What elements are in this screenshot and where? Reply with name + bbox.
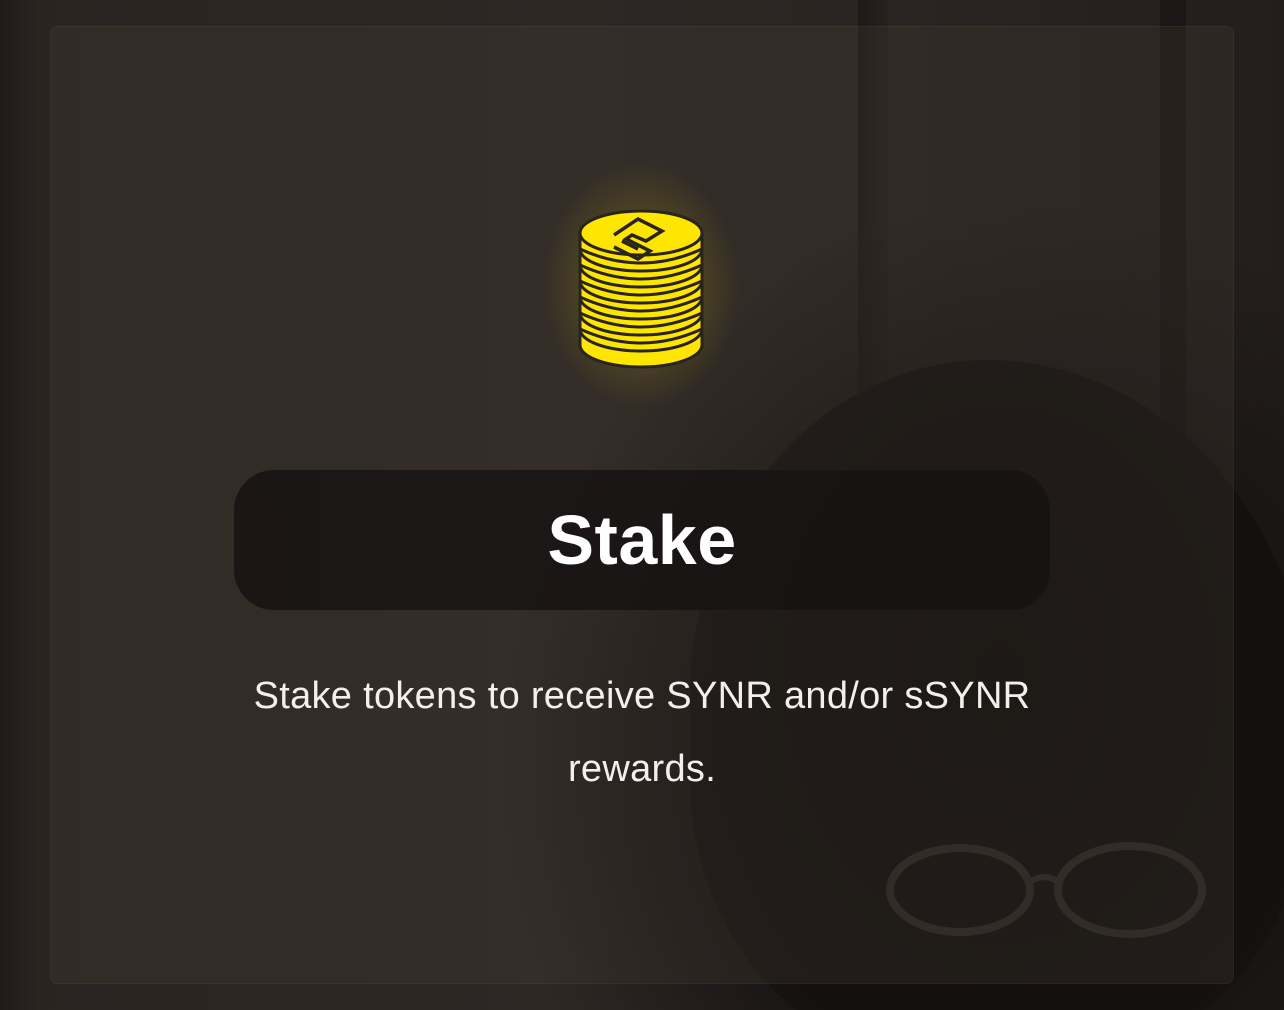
- card-description: Stake tokens to receive SYNR and/or sSYN…: [253, 675, 1031, 790]
- coin-stack-icon: [578, 209, 704, 369]
- background-door-frame: [0, 0, 40, 1010]
- card-title: Stake: [547, 501, 737, 579]
- stake-screen: Stake Stake tokens to receive SYNR and/o…: [0, 0, 1284, 1010]
